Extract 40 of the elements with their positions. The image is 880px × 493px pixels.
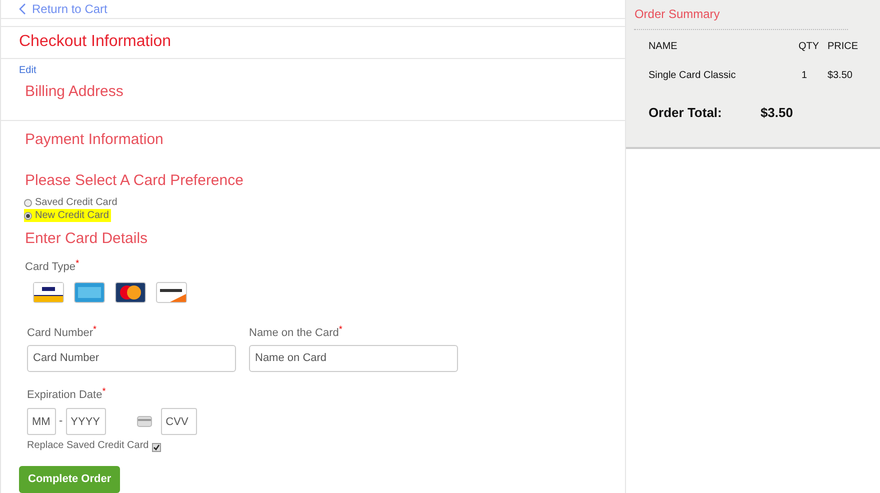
- cvv-field[interactable]: CVV: [160, 408, 197, 435]
- column-header: PRICE: [827, 40, 858, 54]
- table-cell-text: Single Card Classic: [648, 69, 737, 83]
- section-heading: Payment Information: [25, 130, 164, 150]
- required-mark: *: [93, 325, 97, 334]
- field-label: Card Number: [27, 327, 94, 341]
- section-heading: Billing Address: [25, 82, 124, 102]
- chevron-left-icon: [19, 3, 26, 15]
- complete-order-button[interactable]: Complete Order: [19, 466, 120, 493]
- radio-option[interactable]: Saved Credit Card: [24, 196, 120, 209]
- field-label: Card Type: [25, 260, 76, 274]
- summary-title: Order Summary: [634, 6, 721, 23]
- card-number-field[interactable]: Card Number: [27, 344, 236, 372]
- page-title: Checkout Information: [19, 32, 172, 52]
- field-label: Name on the Card: [249, 326, 339, 341]
- card-logo-icon[interactable]: [156, 282, 187, 303]
- year-field[interactable]: YYYY: [66, 408, 106, 435]
- checkmark-icon: [152, 444, 160, 450]
- card-name-field[interactable]: Name on Card: [249, 344, 458, 372]
- column-header: QTY: [798, 40, 820, 54]
- total-label: Order Total:: [648, 104, 723, 122]
- radio-option[interactable]: New Credit Card: [24, 209, 111, 222]
- card-logo-icon[interactable]: [33, 282, 64, 303]
- date-separator: -: [59, 414, 63, 430]
- credit-card-icon: [136, 416, 152, 427]
- section-heading: Please Select A Card Preference: [25, 170, 244, 190]
- edit-link[interactable]: Edit: [19, 62, 608, 78]
- table-cell-text: $3.50: [827, 69, 854, 83]
- required-mark: *: [102, 386, 106, 396]
- field-label: Expiration Date: [27, 388, 102, 402]
- total-value: $3.50: [760, 104, 793, 122]
- back-link[interactable]: Return to Cart: [19, 0, 108, 18]
- replace-saved-checkbox[interactable]: Replace Saved Credit Card: [27, 438, 161, 453]
- table-cell-text: 1: [800, 69, 808, 83]
- column-header: NAME: [648, 40, 678, 54]
- required-mark: *: [76, 258, 80, 268]
- month-field[interactable]: MM: [27, 408, 56, 435]
- section-heading: Enter Card Details: [25, 229, 149, 249]
- required-mark: *: [338, 325, 342, 334]
- card-logo-icon[interactable]: [115, 282, 146, 303]
